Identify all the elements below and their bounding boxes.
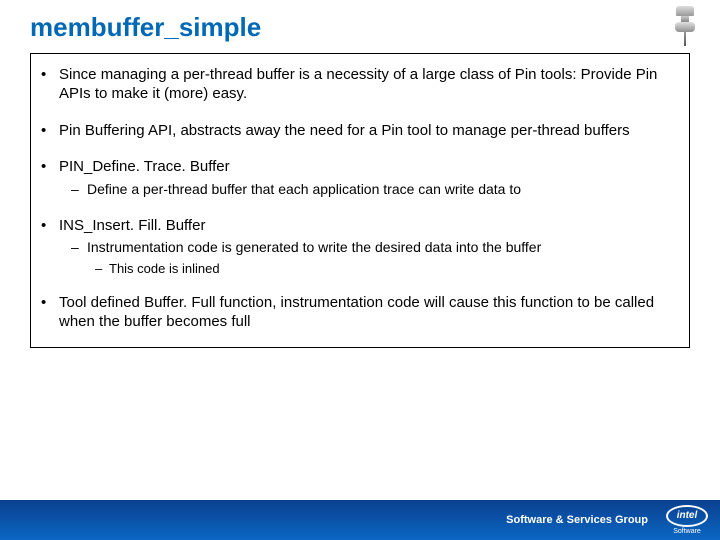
bullet-item: • Pin Buffering API, abstracts away the … bbox=[41, 122, 679, 141]
sub-sub-bullet: – This code is inlined bbox=[95, 261, 679, 276]
sub-sub-bullet-text: This code is inlined bbox=[109, 261, 220, 276]
footer-group-label: Software & Services Group bbox=[506, 514, 648, 526]
bullet-item: • PIN_Define. Trace. Buffer bbox=[41, 158, 679, 177]
content-box: • Since managing a per-thread buffer is … bbox=[30, 53, 690, 348]
bullet-text: Pin Buffering API, abstracts away the ne… bbox=[59, 122, 679, 141]
slide-title: membuffer_simple bbox=[0, 0, 720, 49]
sub-bullet-text: Instrumentation code is generated to wri… bbox=[87, 239, 679, 257]
bullet-item: • Since managing a per-thread buffer is … bbox=[41, 66, 679, 104]
sub-bullet: – Instrumentation code is generated to w… bbox=[71, 239, 679, 257]
bullet-text: Tool defined Buffer. Full function, inst… bbox=[59, 294, 679, 332]
bullet-text: PIN_Define. Trace. Buffer bbox=[59, 158, 679, 177]
logo-text: intel bbox=[666, 505, 708, 527]
bullet-item: • Tool defined Buffer. Full function, in… bbox=[41, 294, 679, 332]
bullet-item: • INS_Insert. Fill. Buffer bbox=[41, 217, 679, 236]
bullet-text: INS_Insert. Fill. Buffer bbox=[59, 217, 679, 236]
footer-bar: Software & Services Group intel Software bbox=[0, 500, 720, 540]
logo-subtext: Software bbox=[673, 528, 701, 535]
sub-bullet-text: Define a per-thread buffer that each app… bbox=[87, 181, 679, 199]
pushpin-icon bbox=[668, 6, 702, 48]
intel-logo: intel Software bbox=[666, 505, 708, 535]
bullet-text: Since managing a per-thread buffer is a … bbox=[59, 66, 679, 104]
sub-bullet: – Define a per-thread buffer that each a… bbox=[71, 181, 679, 199]
